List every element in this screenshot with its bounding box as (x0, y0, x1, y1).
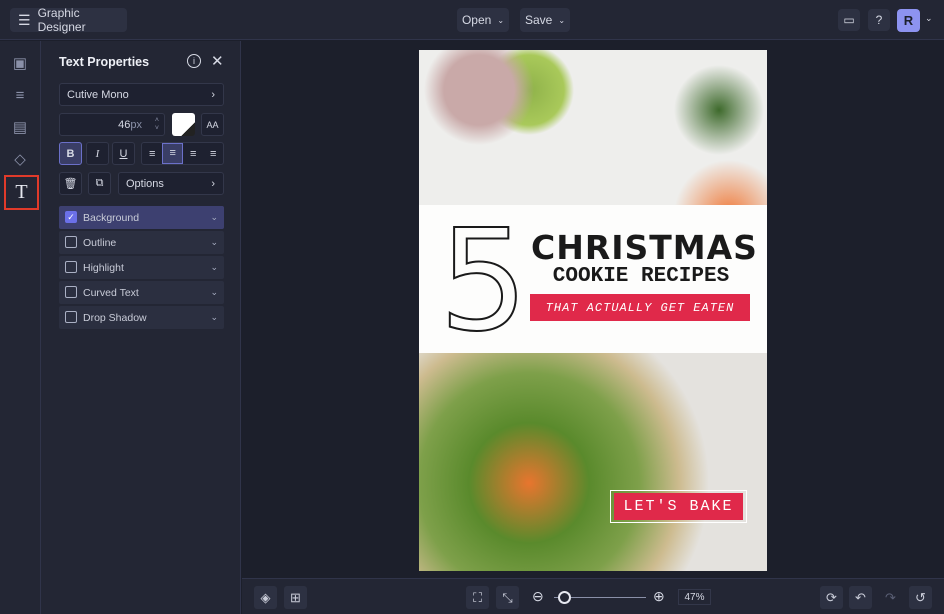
align-right-icon[interactable]: ≡ (183, 148, 203, 160)
zoom-slider[interactable] (554, 591, 646, 604)
underline-button[interactable]: U (112, 142, 135, 165)
checkbox[interactable] (65, 261, 77, 273)
alignment-group: ≡ ≡ ≡ ≡ (141, 142, 224, 165)
app-title: Graphic Designer (37, 6, 86, 34)
poster-tagline[interactable]: THAT ACTUALLY GET EATEN (530, 294, 750, 321)
checkbox[interactable] (65, 236, 77, 248)
redo-icon[interactable]: ↷ (879, 586, 902, 609)
menu-button[interactable]: ☰ Graphic Designer (10, 6, 127, 34)
text-transform-icon[interactable]: AA (201, 113, 224, 136)
shrink-icon[interactable]: ⤡ (496, 586, 519, 609)
save-button[interactable]: Save ⌄ (520, 8, 570, 32)
delete-icon[interactable]: 🗑 (59, 172, 82, 195)
chevron-down-icon: ⌄ (558, 15, 566, 25)
info-icon[interactable]: i (187, 54, 201, 68)
checkbox-checked-icon[interactable]: ✓ (65, 211, 77, 223)
bold-button[interactable]: B (59, 142, 82, 165)
background-icon[interactable]: ▤ (8, 115, 32, 139)
effect-background[interactable]: ✓ Background ⌄ (59, 206, 224, 229)
layers-icon[interactable]: ◈ (254, 586, 277, 609)
chevron-down-icon[interactable]: ⌄ (925, 13, 933, 24)
effect-drop-shadow[interactable]: Drop Shadow ⌄ (59, 306, 224, 329)
refresh-icon[interactable]: ⟳ (820, 586, 843, 609)
bottom-toolbar: ◈ ⊞ ⛶ ⤡ ⊖ ⊕ 47% ⟳ ↶ ↷ ↺ (242, 578, 944, 614)
chevron-right-icon: › (211, 177, 215, 190)
zoom-level[interactable]: 47% (678, 589, 711, 605)
font-name: Cutive Mono (67, 88, 129, 101)
justify-icon[interactable]: ≡ (204, 148, 224, 160)
comments-button[interactable]: ▭ (838, 9, 860, 31)
open-button[interactable]: Open ⌄ (457, 8, 509, 32)
image-icon[interactable]: ▣ (8, 51, 32, 75)
font-select[interactable]: Cutive Mono › (59, 83, 224, 106)
chevron-down-icon: ⌄ (210, 312, 218, 322)
selection-box[interactable]: LET'S BAKE (610, 490, 747, 523)
effect-outline[interactable]: Outline ⌄ (59, 231, 224, 254)
italic-button[interactable]: I (86, 142, 109, 165)
help-icon: ? (875, 13, 883, 27)
align-left-icon[interactable]: ≡ (142, 148, 162, 160)
help-button[interactable]: ? (868, 9, 890, 31)
top-bar: ☰ Graphic Designer Open ⌄ Save ⌄ ▭ ? R ⌄ (0, 0, 944, 40)
chevron-down-icon: ⌄ (497, 15, 505, 25)
zoom-in-icon[interactable]: ⊕ (653, 588, 665, 605)
close-icon[interactable]: ✕ (211, 52, 224, 70)
chevron-down-icon: ⌄ (210, 262, 218, 272)
stepper-icon[interactable]: ˄ ˅ (155, 117, 159, 133)
effect-curved-text[interactable]: Curved Text ⌄ (59, 281, 224, 304)
avatar[interactable]: R (897, 9, 920, 32)
poster-title[interactable]: CHRISTMAS (531, 228, 757, 267)
effect-label: Drop Shadow (83, 311, 147, 324)
poster-number[interactable]: 5 (438, 199, 529, 364)
chevron-right-icon: › (211, 88, 215, 101)
text-color-swatch[interactable] (172, 113, 195, 136)
effect-label: Curved Text (83, 286, 139, 299)
design-canvas[interactable]: 5 CHRISTMAS COOKIE RECIPES THAT ACTUALLY… (419, 50, 767, 571)
lets-bake-text[interactable]: LET'S BAKE (614, 493, 743, 520)
fit-screen-icon[interactable]: ⛶ (466, 586, 489, 609)
zoom-out-icon[interactable]: ⊖ (532, 588, 544, 605)
checkbox[interactable] (65, 311, 77, 323)
vegetables-photo-bottom (419, 353, 767, 571)
align-center-icon[interactable]: ≡ (162, 143, 184, 164)
font-size-input[interactable]: 46 px ˄ ˅ (59, 113, 165, 136)
tool-rail: ▣ ≡ ▤ ◇ T (0, 41, 41, 614)
text-tool-icon[interactable]: T (4, 175, 39, 210)
panel-title: Text Properties (59, 55, 150, 69)
checkbox[interactable] (65, 286, 77, 298)
chevron-down-icon: ⌄ (210, 212, 218, 222)
duplicate-icon[interactable]: ⧉ (88, 172, 111, 195)
effect-label: Highlight (83, 261, 124, 274)
history-icon[interactable]: ↺ (909, 586, 932, 609)
options-label: Options (126, 177, 164, 190)
chevron-down-icon: ⌄ (210, 287, 218, 297)
grid-icon[interactable]: ⊞ (284, 586, 307, 609)
adjustments-icon[interactable]: ≡ (8, 83, 32, 107)
save-label: Save (524, 13, 553, 27)
options-button[interactable]: Options › (118, 172, 224, 195)
effect-label: Outline (83, 236, 117, 249)
chevron-down-icon: ⌄ (210, 237, 218, 247)
font-size-value: 46 (118, 118, 131, 131)
effect-highlight[interactable]: Highlight ⌄ (59, 256, 224, 279)
font-size-unit: px (130, 118, 142, 131)
open-label: Open (461, 13, 492, 27)
vegetables-photo-top (419, 50, 767, 205)
hamburger-icon: ☰ (18, 11, 31, 28)
comment-icon: ▭ (843, 13, 855, 27)
text-properties-panel: Text Properties i ✕ Cutive Mono › 46 px ˄ ˅ … (41, 41, 241, 614)
effect-label: Background (83, 211, 140, 224)
shapes-icon[interactable]: ◇ (8, 147, 32, 171)
undo-icon[interactable]: ↶ (849, 586, 872, 609)
zoom-slider-handle[interactable] (558, 591, 571, 604)
poster-subtitle[interactable]: COOKIE RECIPES (531, 265, 751, 288)
